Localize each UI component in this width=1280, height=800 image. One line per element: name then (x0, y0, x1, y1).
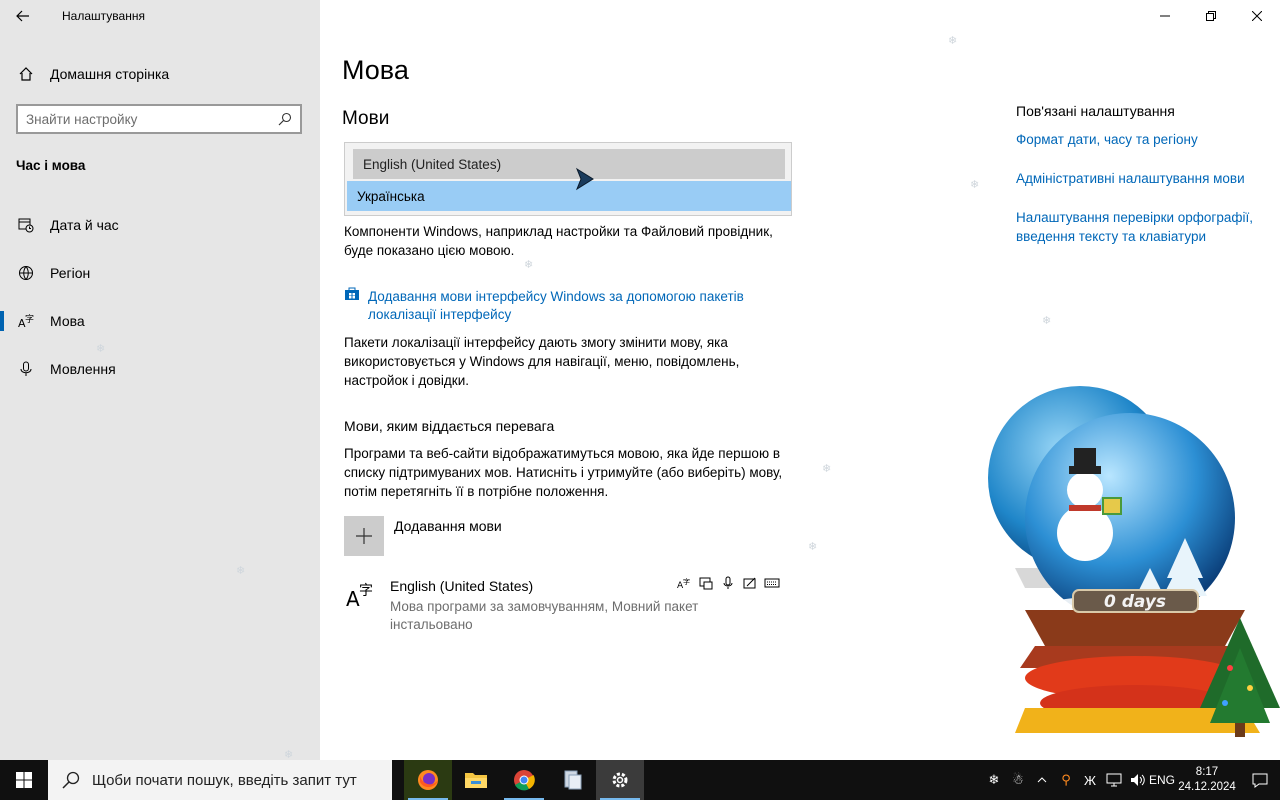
home-label: Домашня сторінка (50, 66, 170, 82)
days-counter: 0 days (1104, 592, 1166, 612)
svg-text:字: 字 (25, 313, 34, 325)
search-icon (62, 771, 80, 789)
sidebar-item-speech[interactable]: Мовлення (0, 349, 320, 389)
start-button[interactable] (0, 760, 48, 800)
notifications-button[interactable] (1240, 760, 1280, 800)
display-language-dropdown[interactable]: English (United States) Українська (344, 142, 792, 216)
title-bar: Налаштування (0, 0, 320, 32)
calendar-clock-icon (2, 217, 50, 233)
taskbar-app-settings[interactable] (596, 760, 644, 800)
text-to-speech-icon (698, 576, 714, 590)
page-title: Мова (342, 55, 409, 85)
clock[interactable]: 8:17 24.12.2024 (1174, 765, 1240, 795)
handwriting-icon (742, 576, 758, 590)
taskbar-search-box[interactable]: Щоби почати пошук, введіть запит тут (48, 760, 392, 800)
snowman-tray-icon[interactable]: ☃ (1006, 760, 1030, 800)
file-explorer-icon (465, 773, 487, 788)
add-language-pack-link[interactable]: Додавання мови інтерфейсу Windows за доп… (368, 288, 798, 324)
sidebar-item-region[interactable]: Регіон (0, 253, 320, 293)
plus-icon (356, 528, 372, 544)
settings-icon (612, 772, 628, 788)
chrome-icon (514, 770, 535, 791)
home-icon (2, 66, 50, 82)
clock-date: 24.12.2024 (1178, 781, 1236, 793)
search-tool-tray-icon[interactable]: ⚲ (1054, 760, 1078, 800)
sidebar-item-label: Мовлення (50, 361, 116, 377)
dropdown-option[interactable]: English (United States) (353, 149, 785, 179)
dropdown-option-selected[interactable]: Українська (347, 181, 791, 211)
close-icon (1252, 11, 1262, 21)
sidebar-item-label: Дата й час (50, 217, 119, 233)
search-placeholder: Знайти настройку (26, 111, 138, 127)
settings-search-input[interactable]: Знайти настройку (16, 104, 302, 134)
globe-icon (2, 265, 50, 281)
section-title: Час і мова (16, 158, 86, 173)
keyboard-icon (764, 576, 780, 590)
clock-time: 8:17 (1195, 766, 1219, 778)
preferred-languages-description: Програми та веб-сайти відображатимуться … (344, 446, 783, 499)
app-title: Налаштування (62, 9, 145, 23)
add-language-button[interactable] (344, 516, 384, 556)
volume-icon[interactable] (1126, 760, 1150, 800)
sidebar-item-label: Мова (50, 313, 85, 329)
microphone-icon (2, 361, 50, 377)
store-icon (344, 287, 360, 306)
taskbar-app-file-explorer[interactable] (452, 760, 500, 800)
svg-text:A: A (346, 587, 360, 608)
language-glyph-icon: A字 (346, 580, 376, 614)
restore-button[interactable] (1188, 0, 1234, 32)
restore-icon (1206, 11, 1216, 21)
language-entry-name[interactable]: English (United States) (390, 578, 533, 594)
language-pack-description: Пакети локалізації інтерфейсу дають змог… (344, 335, 740, 388)
arrow-left-icon (16, 10, 29, 22)
close-button[interactable] (1234, 0, 1280, 32)
network-icon[interactable] (1102, 760, 1126, 800)
back-button[interactable] (0, 0, 46, 32)
snow-globe-image: 0 days (988, 386, 1280, 737)
firefox-icon (418, 770, 438, 790)
keyboard-layout-icon[interactable]: ENG (1149, 760, 1175, 800)
taskbar: Щоби почати пошук, введіть запит тут ❄ ☃… (0, 760, 1280, 800)
taskbar-search-placeholder: Щоби почати пошук, введіть запит тут (92, 771, 357, 789)
section-heading: Мови (342, 108, 390, 129)
home-link[interactable]: Домашня сторінка (0, 58, 320, 90)
windows-logo-icon (16, 772, 32, 788)
taskbar-app-utility[interactable] (548, 760, 596, 800)
search-icon (278, 112, 292, 126)
notification-icon (1252, 773, 1268, 788)
svg-text:字: 字 (359, 583, 373, 599)
main-content: Мова Мови English (United States) Україн… (320, 0, 1280, 760)
svg-text:字: 字 (683, 577, 690, 586)
related-link-admin-language[interactable]: Адміністративні налаштування мови (1016, 169, 1266, 188)
snow-tray-icon[interactable]: Ж (1078, 760, 1102, 800)
snowflake-tray-icon[interactable]: ❄ (982, 760, 1006, 800)
speech-recognition-icon (720, 576, 736, 590)
language-entry-description: Мова програми за замовчуванням, Мовний п… (390, 599, 699, 632)
related-link-date-region[interactable]: Формат дати, часу та регіону (1016, 130, 1266, 149)
app-icon (564, 770, 582, 790)
show-hidden-icons[interactable] (1030, 760, 1054, 800)
taskbar-app-chrome[interactable] (500, 760, 548, 800)
add-language-label[interactable]: Додавання мови (394, 518, 502, 534)
preferred-languages-title: Мови, яким віддається перевага (344, 418, 555, 434)
sidebar-item-language[interactable]: A字 Мова (0, 301, 320, 341)
sidebar: Налаштування Домашня сторінка Знайти нас… (0, 0, 320, 760)
display-language-description: Компоненти Windows, наприклад настройки … (344, 224, 773, 258)
language-feature-icons: A字 (676, 576, 780, 590)
minimize-icon (1160, 15, 1170, 17)
sidebar-item-label: Регіон (50, 265, 91, 281)
chevron-up-icon (1037, 777, 1047, 783)
system-tray: ❄ ☃ ⚲ Ж ENG 8:17 24.12.2024 (982, 760, 1280, 800)
taskbar-app-firefox[interactable] (404, 760, 452, 800)
related-settings-title: Пов'язані налаштування (1016, 103, 1175, 119)
display-language-icon: A字 (676, 576, 692, 590)
window-controls (1142, 0, 1280, 32)
related-link-spelling-keyboard[interactable]: Налаштування перевірки орфографії, введе… (1016, 208, 1266, 246)
sidebar-item-date-time[interactable]: Дата й час (0, 205, 320, 245)
snow-globe-widget: 0 days (985, 378, 1280, 758)
mouse-cursor-icon (575, 167, 594, 191)
minimize-button[interactable] (1142, 0, 1188, 32)
language-icon: A字 (2, 313, 50, 329)
